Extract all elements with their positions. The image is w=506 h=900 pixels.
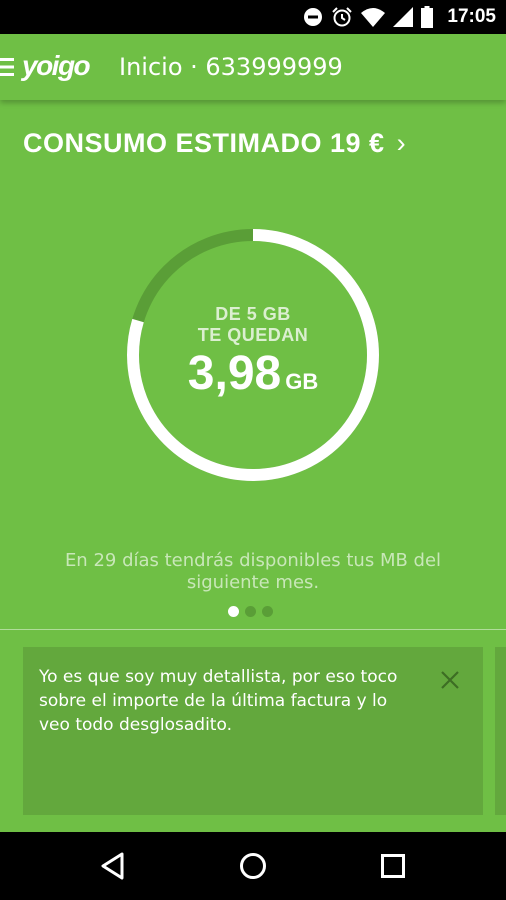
status-bar: 17:05 xyxy=(0,0,506,34)
status-icons: 17:05 xyxy=(303,6,496,28)
next-card-peek[interactable] xyxy=(495,647,506,815)
tip-card[interactable]: Yo es que soy muy detallista, por eso to… xyxy=(23,647,483,815)
wifi-icon xyxy=(361,8,386,27)
estimated-consumption-link[interactable]: CONSUMO ESTIMADO 19 € › xyxy=(23,128,406,159)
page-dot[interactable] xyxy=(262,606,273,617)
divider xyxy=(0,629,506,630)
page-indicator xyxy=(228,606,273,617)
page-title: Inicio · 633999999 xyxy=(119,53,343,81)
app-bar: yoigo Inicio · 633999999 xyxy=(0,34,506,100)
data-remaining-number: 3,98 xyxy=(187,347,282,400)
tip-text: Yo es que soy muy detallista, por eso to… xyxy=(39,667,398,735)
alarm-icon xyxy=(332,7,353,27)
data-remaining-value: 3,98 GB xyxy=(126,346,380,401)
renewal-info-text: En 29 días tendrás disponibles tus MB de… xyxy=(64,550,442,593)
battery-icon xyxy=(421,6,434,28)
chevron-right-icon: › xyxy=(396,128,407,158)
close-icon[interactable] xyxy=(439,669,461,691)
data-remaining-label: TE QUEDAN xyxy=(197,325,309,345)
navigation-bar xyxy=(0,832,506,900)
status-time: 17:05 xyxy=(447,6,496,27)
yoigo-logo[interactable]: yoigo xyxy=(22,50,91,82)
back-icon[interactable] xyxy=(95,848,131,884)
data-usage-readout: DE 5 GB TE QUEDAN 3,98 GB xyxy=(126,228,380,482)
data-remaining-unit: GB xyxy=(285,369,319,394)
page-dot[interactable] xyxy=(245,606,256,617)
signal-icon xyxy=(393,7,414,27)
page-dot[interactable] xyxy=(228,606,239,617)
home-icon[interactable] xyxy=(235,848,271,884)
do-not-disturb-icon xyxy=(304,8,323,26)
data-total-label: DE 5 GB xyxy=(215,304,291,324)
estimated-consumption-label: CONSUMO ESTIMADO 19 € xyxy=(23,128,385,158)
recents-icon[interactable] xyxy=(375,848,411,884)
hamburger-menu-icon[interactable] xyxy=(0,57,14,77)
